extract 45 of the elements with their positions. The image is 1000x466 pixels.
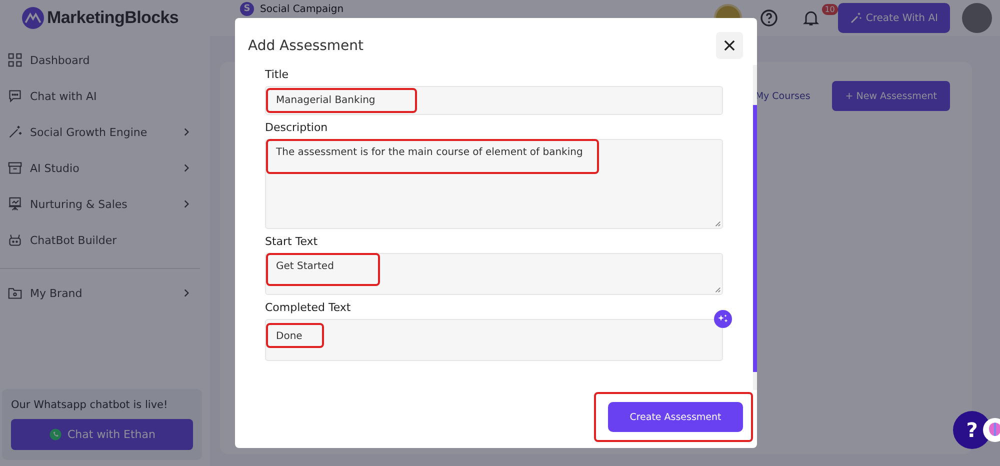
input-field[interactable]: Managerial Banking — [265, 86, 723, 115]
sidebar-item[interactable]: Chat with AI — [0, 78, 198, 114]
magic-wand-icon — [850, 12, 862, 24]
close-icon — [724, 40, 735, 51]
new-assessment-button[interactable]: + New Assessment — [832, 81, 950, 111]
sparkle-icon[interactable] — [714, 310, 732, 328]
close-button[interactable] — [716, 32, 743, 59]
sidebar-item[interactable]: My Brand — [0, 275, 198, 311]
field-value: Done — [276, 331, 302, 342]
sidebar-item[interactable]: AI Studio — [0, 150, 198, 186]
field-label: Completed Text — [265, 301, 352, 314]
resize-handle-icon[interactable] — [714, 286, 721, 293]
brain-icon[interactable] — [983, 418, 1000, 442]
input-field[interactable]: The assessment is for the main course of element of banking — [265, 139, 723, 229]
avatar[interactable] — [962, 3, 992, 33]
input-field[interactable]: Get Started — [265, 253, 723, 295]
robot-icon — [8, 233, 22, 247]
folder-icon — [8, 286, 22, 300]
logo-text: MarketingBlocks — [47, 8, 179, 28]
promo-text: Our Whatsapp chatbot is live! — [11, 399, 169, 411]
resize-handle-icon[interactable] — [714, 220, 721, 227]
presentation-board-icon — [8, 197, 22, 211]
field-label: Start Text — [265, 235, 319, 248]
scrollbar[interactable] — [753, 65, 757, 390]
field-label: Title — [265, 68, 290, 81]
field-label: Description — [265, 121, 329, 134]
field-value: The assessment is for the main course of element of banking — [276, 147, 583, 158]
chat-bubble-icon — [8, 89, 22, 103]
sidebar-item[interactable]: ChatBot Builder — [0, 222, 198, 258]
logo-icon — [22, 7, 44, 29]
grid-icon — [8, 53, 22, 67]
magic-wand-icon — [8, 125, 22, 139]
field-value: Get Started — [276, 261, 334, 272]
create-assessment-button[interactable]: Create Assessment — [608, 402, 743, 432]
sidebar-item[interactable]: Nurturing & Sales — [0, 186, 198, 222]
dialog-title: Add Assessment — [248, 38, 364, 54]
field-value: Managerial Banking — [276, 94, 376, 106]
chat-with-ethan-button[interactable]: Chat with Ethan — [11, 419, 193, 450]
sidebar-item[interactable]: Dashboard — [0, 42, 198, 78]
whatsapp-icon — [48, 428, 62, 441]
notification-count: 10 — [822, 4, 838, 15]
create-with-ai-button[interactable]: Create With AI — [838, 3, 950, 33]
input-field[interactable]: Done — [265, 319, 723, 361]
archive-box-icon — [8, 161, 22, 175]
sidebar-item[interactable]: Social Growth Engine — [0, 114, 198, 150]
